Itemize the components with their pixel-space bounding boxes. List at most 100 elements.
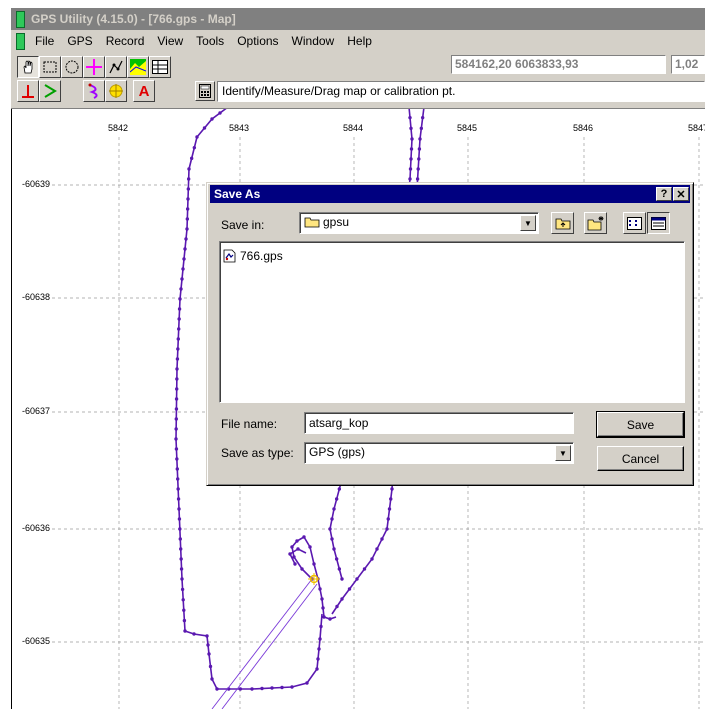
track-point xyxy=(419,126,424,131)
track-point xyxy=(238,687,243,691)
track-point xyxy=(380,537,384,541)
file-name-label: File name: xyxy=(221,417,278,431)
perpendicular-icon xyxy=(22,85,34,98)
crosshair-button[interactable] xyxy=(83,56,105,78)
track-point xyxy=(176,337,180,341)
save-as-type-value: GPS (gps) xyxy=(309,445,366,459)
track-point xyxy=(280,685,284,690)
track-point xyxy=(290,685,294,689)
track-point xyxy=(409,147,414,151)
track-point xyxy=(416,167,420,171)
track-point xyxy=(386,517,390,521)
dialog-title-bar[interactable]: Save As ? ✕ xyxy=(210,185,690,203)
chevron-down-icon[interactable]: ▼ xyxy=(520,215,536,231)
new-folder-icon xyxy=(587,215,603,230)
track-point xyxy=(408,167,413,171)
x-axis-label: 5845 xyxy=(457,123,478,133)
track-point xyxy=(250,687,254,691)
scale-display: 1,02 xyxy=(671,55,705,74)
x-axis-label: 5847 xyxy=(688,123,705,133)
map-image-button[interactable] xyxy=(127,56,149,78)
track-point xyxy=(185,207,190,211)
track-point xyxy=(177,317,181,321)
doc-icon[interactable] xyxy=(16,32,25,50)
track-point xyxy=(180,577,184,581)
hand-tool-button[interactable] xyxy=(17,56,39,78)
track-point xyxy=(174,437,178,441)
track-point xyxy=(183,629,187,633)
close-button[interactable]: ✕ xyxy=(673,187,689,201)
route-icon xyxy=(109,60,123,74)
rect-select-button[interactable] xyxy=(39,56,61,78)
waypoint-button[interactable] xyxy=(105,80,127,102)
track-point xyxy=(218,111,222,115)
details-view-button[interactable] xyxy=(647,212,670,234)
route-tool-button[interactable] xyxy=(105,56,127,78)
folder-up-icon xyxy=(555,218,570,229)
track-point xyxy=(178,537,182,541)
menu-window[interactable]: Window xyxy=(292,34,335,48)
track-point xyxy=(337,487,342,491)
track-point xyxy=(195,135,199,139)
chevron-down-icon[interactable]: ▼ xyxy=(555,445,571,461)
cancel-button[interactable]: Cancel xyxy=(597,446,684,471)
save-in-dropdown[interactable]: gpsu ▼ xyxy=(299,212,539,234)
x-axis-label: 5842 xyxy=(108,123,129,133)
track-point xyxy=(330,517,334,521)
save-button[interactable]: Save xyxy=(596,411,685,438)
grid-button[interactable] xyxy=(149,56,171,78)
menu-record[interactable]: Record xyxy=(106,34,145,48)
track-point xyxy=(192,145,197,150)
track-point xyxy=(270,686,274,690)
track-point xyxy=(174,407,179,411)
file-name-input[interactable] xyxy=(304,412,574,434)
track-point xyxy=(300,567,304,571)
track-point xyxy=(337,567,342,571)
circle-select-button[interactable] xyxy=(61,56,83,78)
track-point xyxy=(389,497,393,501)
track-point xyxy=(320,597,324,601)
menu-tools[interactable]: Tools xyxy=(196,34,224,48)
track-point xyxy=(178,297,182,301)
track-point xyxy=(186,177,191,181)
track-point xyxy=(175,377,179,381)
menu-view[interactable]: View xyxy=(157,34,183,48)
track-point xyxy=(208,664,213,669)
crosshair-icon xyxy=(86,59,102,75)
track-point xyxy=(370,557,374,561)
calculator-button[interactable] xyxy=(195,81,215,101)
track-point xyxy=(387,507,392,511)
menu-help[interactable]: Help xyxy=(347,34,372,48)
track-point xyxy=(260,686,264,691)
track-point xyxy=(182,257,186,261)
new-folder-button[interactable] xyxy=(584,212,607,234)
angle-button[interactable] xyxy=(39,80,61,102)
folder-icon xyxy=(304,217,320,228)
menu-options[interactable]: Options xyxy=(237,34,278,48)
up-one-level-button[interactable] xyxy=(551,212,574,234)
curve-button[interactable] xyxy=(83,80,105,102)
track-point xyxy=(317,647,321,651)
text-tool-button[interactable]: A xyxy=(133,80,155,102)
track-point xyxy=(328,527,332,531)
window-title-bar[interactable]: GPS Utility (4.15.0) - [766.gps - Map] xyxy=(11,8,705,30)
file-item[interactable]: 766.gps xyxy=(223,249,283,263)
hand-icon xyxy=(23,60,33,74)
track-point xyxy=(176,497,181,501)
dialog-title: Save As xyxy=(214,187,261,201)
track-point xyxy=(175,367,179,371)
track-point xyxy=(184,237,188,241)
target-icon xyxy=(109,84,123,98)
track-point xyxy=(210,677,214,681)
gps-file-icon xyxy=(223,249,236,263)
track-point xyxy=(207,652,211,656)
perpendicular-button[interactable] xyxy=(17,80,39,102)
menu-file[interactable]: File xyxy=(35,34,54,48)
help-button[interactable]: ? xyxy=(656,187,672,201)
list-view-button[interactable] xyxy=(623,212,646,234)
angle-icon xyxy=(44,84,57,98)
menu-gps[interactable]: GPS xyxy=(67,34,92,48)
file-list[interactable]: 766.gps xyxy=(219,241,685,403)
save-as-type-dropdown[interactable]: GPS (gps) ▼ xyxy=(304,442,574,464)
track-point xyxy=(362,567,367,571)
